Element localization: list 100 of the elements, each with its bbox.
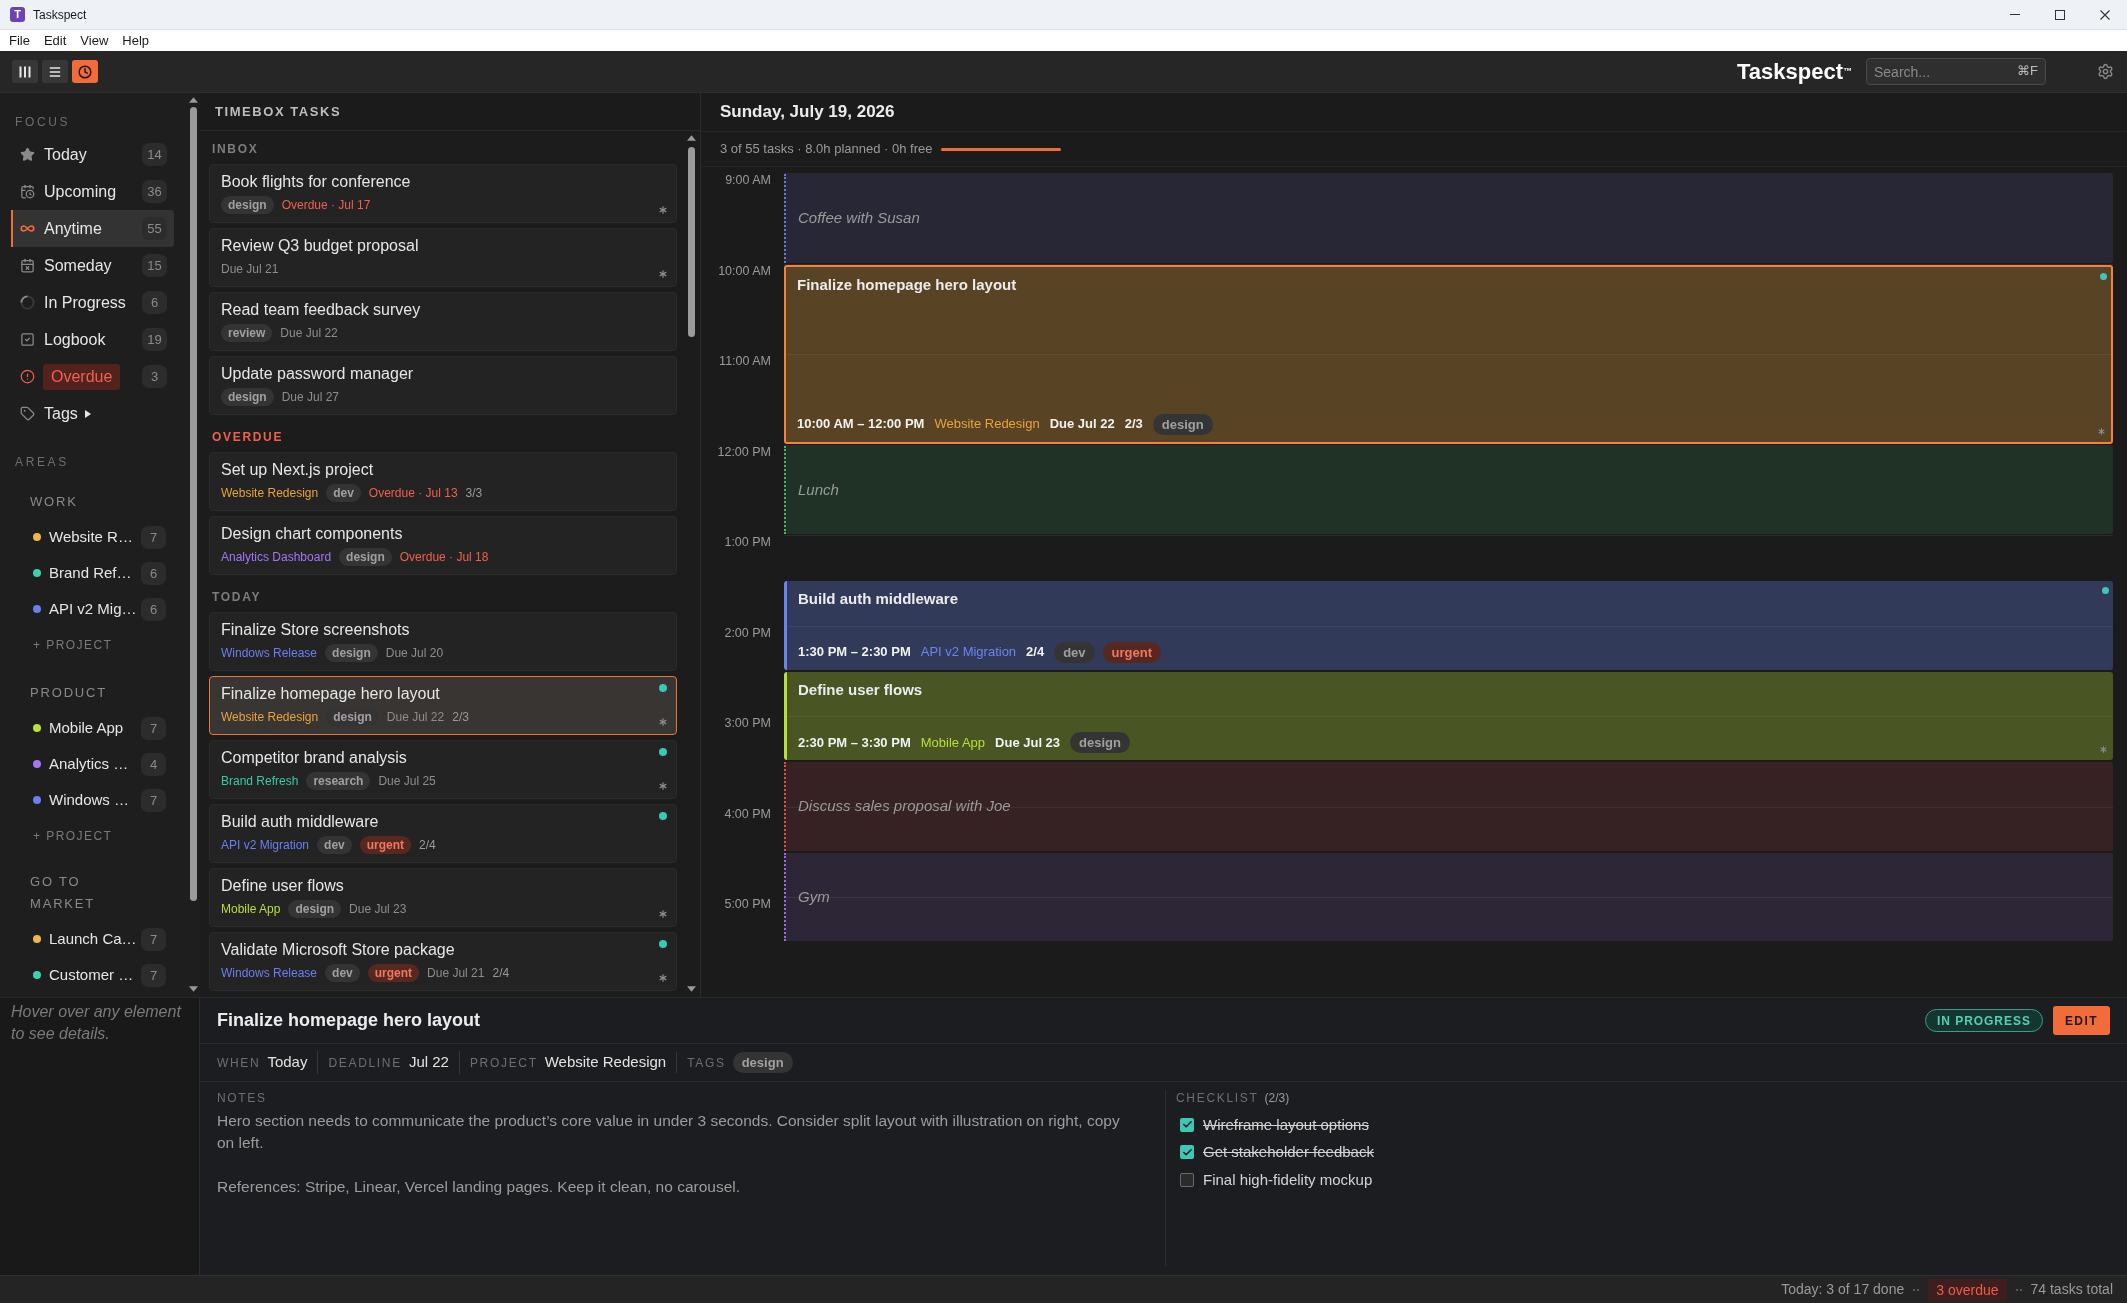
calendar-clock-icon bbox=[20, 184, 35, 199]
project-item[interactable]: Customer … 7 bbox=[0, 957, 186, 993]
section-heading: INBOX bbox=[212, 142, 259, 156]
project-item[interactable]: API v2 Mig… 6 bbox=[0, 591, 186, 627]
separator-dots-icon bbox=[1913, 1288, 1920, 1291]
due-date: Due Jul 23 bbox=[995, 733, 1061, 752]
sidebar-item[interactable]: Anytime 55 bbox=[11, 210, 174, 247]
task-card[interactable]: Set up Next.js project Website Redesign dev Overdue · Jul 13 3/3 bbox=[209, 452, 677, 511]
app-logo: Taskspect$^{™}$ bbox=[1737, 58, 1852, 85]
calendar-event[interactable]: Lunch bbox=[784, 445, 2113, 534]
project-label: API v2 Migration bbox=[221, 837, 310, 854]
time-label: 2:00 PM bbox=[724, 625, 771, 640]
separator-dots-icon bbox=[2015, 1288, 2022, 1291]
due-date: Due Jul 20 bbox=[385, 645, 444, 662]
task-title: Validate Microsoft Store package bbox=[221, 940, 455, 960]
sidebar-item[interactable]: Someday 15 bbox=[11, 247, 174, 284]
menu-item[interactable]: Edit bbox=[36, 31, 74, 50]
view-button[interactable] bbox=[72, 60, 98, 83]
edit-button[interactable]: EDIT bbox=[2052, 1006, 2110, 1035]
add-project-link[interactable]: + PROJECT bbox=[33, 827, 113, 845]
tag-chip: review bbox=[221, 324, 273, 342]
calendar-task-block[interactable]: Finalize homepage hero layout 10:00 AM – 12:00 PM Website Redesign Due Jul 22 2/3 design bbox=[784, 264, 2113, 444]
status-button[interactable]: IN PROGRESS bbox=[1924, 1009, 2043, 1032]
scroll-up-icon[interactable] bbox=[687, 135, 696, 141]
scrollbar-thumb[interactable] bbox=[688, 147, 695, 337]
calendar-event[interactable]: Gym bbox=[784, 852, 2113, 942]
calendar-event[interactable]: Discuss sales proposal with Joe bbox=[784, 762, 2113, 851]
task-card[interactable]: Build auth middleware API v2 Migration dev urgent 2/4 bbox=[209, 804, 677, 863]
calendar-task-block[interactable]: Define user flows 2:30 PM – 3:30 PM Mobile App Due Jul 23 design bbox=[784, 671, 2113, 761]
calendar-task-block[interactable]: Build auth middleware 1:30 PM – 2:30 PM API v2 Migration 2/4 dev urgent bbox=[784, 581, 2113, 670]
time-label: 12:00 PM bbox=[717, 444, 771, 459]
task-card[interactable]: Update password manager design Due Jul 27 bbox=[209, 356, 677, 415]
status-text: 74 tasks total bbox=[2030, 1280, 2113, 1299]
scroll-up-icon[interactable] bbox=[188, 97, 198, 103]
project-item[interactable]: Launch Ca… 7 bbox=[0, 921, 186, 957]
task-title: Competitor brand analysis bbox=[221, 748, 407, 768]
sidebar-item[interactable]: Logbook 19 bbox=[11, 321, 174, 358]
tag-chip: design bbox=[1152, 413, 1213, 435]
menu-item[interactable]: View bbox=[73, 31, 116, 50]
view-button[interactable] bbox=[12, 60, 38, 83]
view-button[interactable] bbox=[42, 60, 68, 83]
sidebar-item[interactable]: Tags bbox=[11, 395, 174, 432]
tag-chip: design bbox=[325, 644, 378, 662]
maximize-icon bbox=[2054, 9, 2065, 20]
task-card[interactable]: Review Q3 budget proposal Due Jul 21 bbox=[209, 228, 677, 287]
scroll-down-icon[interactable] bbox=[188, 986, 198, 992]
project-item[interactable]: Website R… 7 bbox=[0, 519, 186, 555]
section-label: FOCUS bbox=[15, 114, 71, 130]
checklist-progress: 3/3 bbox=[465, 485, 483, 502]
due-date: Due Jul 25 bbox=[378, 773, 436, 790]
task-card[interactable]: Read team feedback survey review Due Jul 22 bbox=[209, 292, 677, 351]
columns-icon bbox=[19, 65, 31, 78]
block-title: Define user flows bbox=[798, 679, 923, 700]
task-card[interactable]: Design chart components Analytics Dashboard design Overdue · Jul 18 bbox=[209, 516, 677, 575]
task-title: Define user flows bbox=[221, 876, 344, 896]
task-card[interactable]: Validate Microsoft Store package Windows Release dev urgent Due Jul 21 2/4 bbox=[209, 932, 677, 991]
calendar-event[interactable]: Coffee with Susan bbox=[784, 174, 2113, 263]
menu-item[interactable]: File bbox=[2, 31, 37, 50]
due-date: Overdue · Jul 17 bbox=[281, 197, 371, 214]
due-date: Due Jul 21 bbox=[221, 261, 279, 278]
task-title: Set up Next.js project bbox=[221, 460, 374, 480]
tag-chip: design bbox=[1070, 732, 1130, 754]
item-count: 6 bbox=[141, 597, 166, 621]
project-item[interactable]: Analytics … 4 bbox=[0, 746, 186, 782]
scroll-down-icon[interactable] bbox=[687, 986, 696, 992]
add-project-link[interactable]: + PROJECT bbox=[33, 636, 113, 654]
sidebar-item[interactable]: Overdue 3 bbox=[11, 358, 174, 395]
task-card[interactable]: Finalize Store screenshots Windows Release design Due Jul 20 bbox=[209, 612, 677, 671]
tag-chip: design bbox=[339, 548, 392, 566]
task-card[interactable]: Finalize homepage hero layout Website Redesign design Due Jul 22 2/3 bbox=[209, 676, 677, 735]
checkbox[interactable] bbox=[1180, 1145, 1194, 1160]
tag-chip: design bbox=[221, 388, 274, 406]
clock-icon bbox=[78, 64, 92, 79]
task-title: Read team feedback survey bbox=[221, 300, 421, 320]
menu-item[interactable]: Help bbox=[115, 31, 157, 50]
due-date: Due Jul 22 bbox=[1049, 415, 1115, 433]
sidebar-item[interactable]: In Progress 6 bbox=[11, 284, 174, 321]
item-count: 7 bbox=[141, 963, 166, 987]
task-card[interactable]: Book flights for conference design Overdue · Jul 17 bbox=[209, 164, 677, 223]
sidebar-item[interactable]: Upcoming 36 bbox=[11, 173, 174, 210]
sidebar-item[interactable]: Today 14 bbox=[11, 136, 174, 173]
due-date: Due Jul 27 bbox=[281, 389, 340, 406]
status-text: 3 overdue bbox=[1928, 1278, 2007, 1301]
task-title: Update password manager bbox=[221, 364, 414, 384]
project-item[interactable]: Windows … 7 bbox=[0, 782, 186, 818]
task-card[interactable]: Competitor brand analysis Brand Refresh research Due Jul 25 bbox=[209, 740, 677, 799]
checkbox[interactable] bbox=[1180, 1172, 1194, 1187]
item-count: 3 bbox=[142, 365, 167, 388]
calendar-date: Sunday, July 19, 2026 bbox=[720, 101, 895, 124]
checkbox[interactable] bbox=[1180, 1117, 1194, 1132]
task-title: Build auth middleware bbox=[221, 812, 379, 832]
section-heading: TODAY bbox=[212, 590, 262, 604]
project-item[interactable]: Mobile App 7 bbox=[0, 710, 186, 746]
scrollbar-thumb[interactable] bbox=[189, 107, 197, 901]
block-title: Build auth middleware bbox=[798, 589, 959, 610]
tag-chip: dev bbox=[326, 484, 361, 502]
task-card[interactable]: Define user flows Mobile App design Due Jul 23 bbox=[209, 868, 677, 927]
settings-icon[interactable] bbox=[2097, 63, 2114, 80]
calendar-x-icon bbox=[20, 258, 35, 273]
project-item[interactable]: Brand Ref… 6 bbox=[0, 555, 186, 591]
